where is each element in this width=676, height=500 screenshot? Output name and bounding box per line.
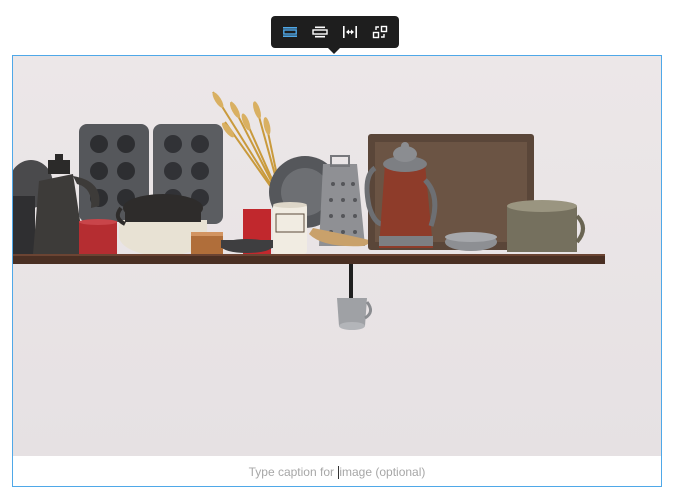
align-wide-button[interactable]: [276, 18, 304, 46]
image-block[interactable]: Type caption for image (optional): [12, 55, 662, 487]
caption-placeholder-end: image (optional): [339, 465, 426, 479]
replace-icon: [372, 25, 388, 39]
full-width-icon: [343, 26, 357, 38]
replace-button[interactable]: [366, 18, 394, 46]
shelf-photo: [13, 56, 661, 456]
full-width-button[interactable]: [336, 18, 364, 46]
align-center-icon: [312, 26, 328, 38]
shelf-image[interactable]: [13, 56, 661, 456]
align-center-button[interactable]: [306, 18, 334, 46]
caption-placeholder-start: Type caption for: [248, 465, 338, 479]
block-toolbar: [271, 16, 399, 54]
align-wide-icon: [283, 27, 297, 37]
caption-input[interactable]: Type caption for image (optional): [13, 460, 661, 484]
